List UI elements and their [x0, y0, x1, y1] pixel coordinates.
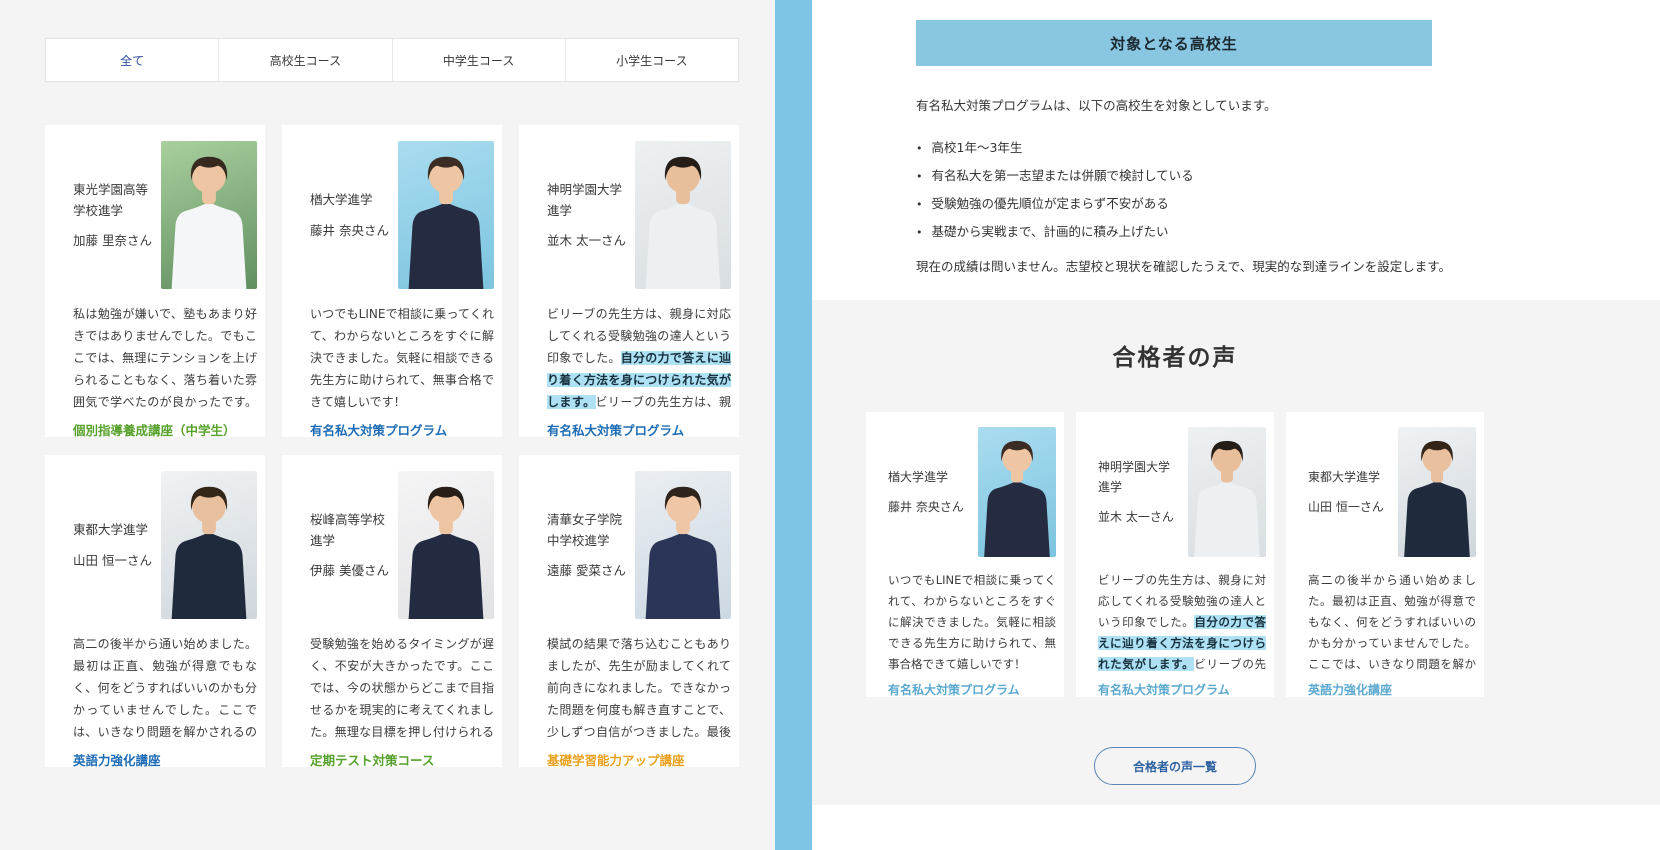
course-link[interactable]: 英語力強化講座 — [1308, 681, 1392, 697]
school-name: 東都大学進学 — [1308, 467, 1388, 487]
student-name: 遠藤 愛菜さん — [547, 560, 633, 581]
course-link[interactable]: 定期テスト対策コース — [310, 750, 434, 767]
section-header: 対象となる高校生 — [916, 20, 1432, 66]
student-photo — [978, 427, 1056, 557]
bullet-item: 高校1年〜3年生 — [916, 137, 1432, 156]
bullet-item: 基礎から実戦まで、計画的に積み上げたい — [916, 221, 1432, 240]
testimonial-card: 東都大学進学 山田 恒一さん 高二の後半から通い始めました。最初は正直、勉強が得… — [45, 455, 265, 767]
testimonial-text: 模試の結果で落ち込むこともありましたが、先生が励ましてくれて前向きになれました。… — [547, 633, 731, 743]
school-name: 東光学園高等学校進学 — [73, 179, 159, 222]
tab-elementary-course[interactable]: 小学生コース — [566, 39, 738, 81]
testimonial-card: 楢大学進学 藤井 奈央さん いつでもLINEで相談に乗ってくれて、わからないとこ… — [866, 412, 1064, 697]
student-figure-icon — [161, 471, 257, 619]
course-filter-tabs: 全て 高校生コース 中学生コース 小学生コース — [45, 38, 739, 82]
blue-divider-stripe — [775, 0, 812, 850]
testimonial-text: 受験勉強を始めるタイミングが遅く、不安が大きかったです。ここでは、今の状態からど… — [310, 633, 494, 743]
course-link[interactable]: 個別指導養成講座（中学生） — [73, 420, 236, 437]
student-figure-icon — [1398, 427, 1476, 557]
student-photo — [635, 471, 731, 619]
student-name: 伊藤 美優さん — [310, 560, 396, 581]
testimonial-card: 楢大学進学 藤井 奈央さん いつでもLINEで相談に乗ってくれて、わからないとこ… — [282, 125, 502, 437]
testimonials-panel: 全て 高校生コース 中学生コース 小学生コース 東光学園高等学校進学 加藤 里奈… — [0, 0, 775, 850]
program-detail-panel: 対象となる高校生 有名私大対策プログラムは、以下の高校生を対象としています。 高… — [812, 0, 1660, 850]
student-photo — [398, 471, 494, 619]
student-name: 並木 太一さん — [547, 230, 633, 251]
target-bullet-list: 高校1年〜3年生 有名私大を第一志望または併願で検討している 受験勉強の優先順位… — [916, 137, 1432, 240]
school-name: 清華女子学院中学校進学 — [547, 509, 633, 552]
voices-cards: 楢大学進学 藤井 奈央さん いつでもLINEで相談に乗ってくれて、わからないとこ… — [866, 412, 1484, 697]
student-photo — [161, 471, 257, 619]
school-name: 神明学園大学進学 — [1098, 457, 1178, 498]
student-photo — [398, 141, 494, 289]
testimonial-text: ビリーブの先生方は、親身に対応してくれる受験勉強の達人という印象でした。自分の力… — [547, 303, 731, 413]
tab-middleschool-course[interactable]: 中学生コース — [393, 39, 566, 81]
testimonial-card: 東都大学進学 山田 恒一さん 高二の後半から通い始めました。最初は正直、勉強が得… — [1286, 412, 1484, 697]
student-photo — [161, 141, 257, 289]
testimonial-card: 東光学園高等学校進学 加藤 里奈さん 私は勉強が嫌いで、塾もあまり好きではありま… — [45, 125, 265, 437]
student-name: 並木 太一さん — [1098, 507, 1178, 527]
student-name: 藤井 奈央さん — [888, 497, 968, 517]
school-name: 神明学園大学進学 — [547, 179, 633, 222]
student-figure-icon — [635, 471, 731, 619]
target-students-section: 対象となる高校生 有名私大対策プログラムは、以下の高校生を対象としています。 高… — [812, 0, 1660, 300]
section-intro: 有名私大対策プログラムは、以下の高校生を対象としています。 — [916, 95, 1432, 114]
school-name: 桜峰高等学校進学 — [310, 509, 396, 552]
student-name: 加藤 里奈さん — [73, 230, 159, 251]
testimonial-text: 私は勉強が嫌いで、塾もあまり好きではありませんでした。でもここでは、無理にテンシ… — [73, 303, 257, 413]
student-name: 山田 恒一さん — [73, 550, 159, 571]
tab-all[interactable]: 全て — [46, 39, 219, 81]
testimonial-text: ビリーブの先生方は、親身に対応してくれる受験勉強の達人という印象でした。自分の力… — [1098, 570, 1266, 675]
student-figure-icon — [398, 471, 494, 619]
student-photo — [635, 141, 731, 289]
page: 全て 高校生コース 中学生コース 小学生コース 東光学園高等学校進学 加藤 里奈… — [0, 0, 1660, 850]
bullet-item: 有名私大を第一志望または併願で検討している — [916, 165, 1432, 184]
school-name: 楢大学進学 — [888, 467, 968, 487]
voices-list-button[interactable]: 合格者の声一覧 — [1094, 747, 1256, 785]
testimonial-card: 清華女子学院中学校進学 遠藤 愛菜さん 模試の結果で落ち込むこともありましたが、… — [519, 455, 739, 767]
testimonial-card: 神明学園大学進学 並木 太一さん ビリーブの先生方は、親身に対応してくれる受験勉… — [1076, 412, 1274, 697]
testimonial-text: いつでもLINEで相談に乗ってくれて、わからないところをすぐに解決できました。気… — [310, 303, 494, 413]
footer-spacer — [812, 805, 1660, 850]
course-link[interactable]: 有名私大対策プログラム — [888, 681, 1020, 697]
testimonials-grid: 東光学園高等学校進学 加藤 里奈さん 私は勉強が嫌いで、塾もあまり好きではありま… — [45, 125, 739, 767]
section-note: 現在の成績は問いません。志望校と現状を確認したうえで、現実的な到達ラインを設定し… — [916, 256, 1476, 275]
student-photo — [1398, 427, 1476, 557]
student-figure-icon — [978, 427, 1056, 557]
testimonial-text: 高二の後半から通い始めました。最初は正直、勉強が得意でもなく、何をどうすればいい… — [73, 633, 257, 743]
course-link[interactable]: 有名私大対策プログラム — [310, 420, 447, 437]
school-name: 東都大学進学 — [73, 519, 159, 540]
course-link[interactable]: 英語力強化講座 — [73, 750, 161, 767]
bullet-item: 受験勉強の優先順位が定まらず不安がある — [916, 193, 1432, 212]
school-name: 楢大学進学 — [310, 189, 396, 210]
student-photo — [1188, 427, 1266, 557]
tab-highschool-course[interactable]: 高校生コース — [219, 39, 392, 81]
student-name: 山田 恒一さん — [1308, 497, 1388, 517]
student-figure-icon — [398, 141, 494, 289]
student-figure-icon — [635, 141, 731, 289]
testimonial-text: いつでもLINEで相談に乗ってくれて、わからないところをすぐに解決できました。気… — [888, 570, 1056, 675]
student-name: 藤井 奈央さん — [310, 220, 396, 241]
testimonial-text: 高二の後半から通い始めました。最初は正直、勉強が得意でもなく、何をどうすればいい… — [1308, 570, 1476, 675]
course-link[interactable]: 基礎学習能力アップ講座 — [547, 750, 685, 767]
testimonial-card: 神明学園大学進学 並木 太一さん ビリーブの先生方は、親身に対応してくれる受験勉… — [519, 125, 739, 437]
voices-title: 合格者の声 — [866, 338, 1484, 372]
course-link[interactable]: 有名私大対策プログラム — [547, 420, 684, 437]
voices-section: 合格者の声 楢大学進学 藤井 奈央さん いつでもLINEで相談 — [812, 300, 1660, 805]
course-link[interactable]: 有名私大対策プログラム — [1098, 681, 1230, 697]
testimonial-card: 桜峰高等学校進学 伊藤 美優さん 受験勉強を始めるタイミングが遅く、不安が大きか… — [282, 455, 502, 767]
student-figure-icon — [161, 141, 257, 289]
student-figure-icon — [1188, 427, 1266, 557]
